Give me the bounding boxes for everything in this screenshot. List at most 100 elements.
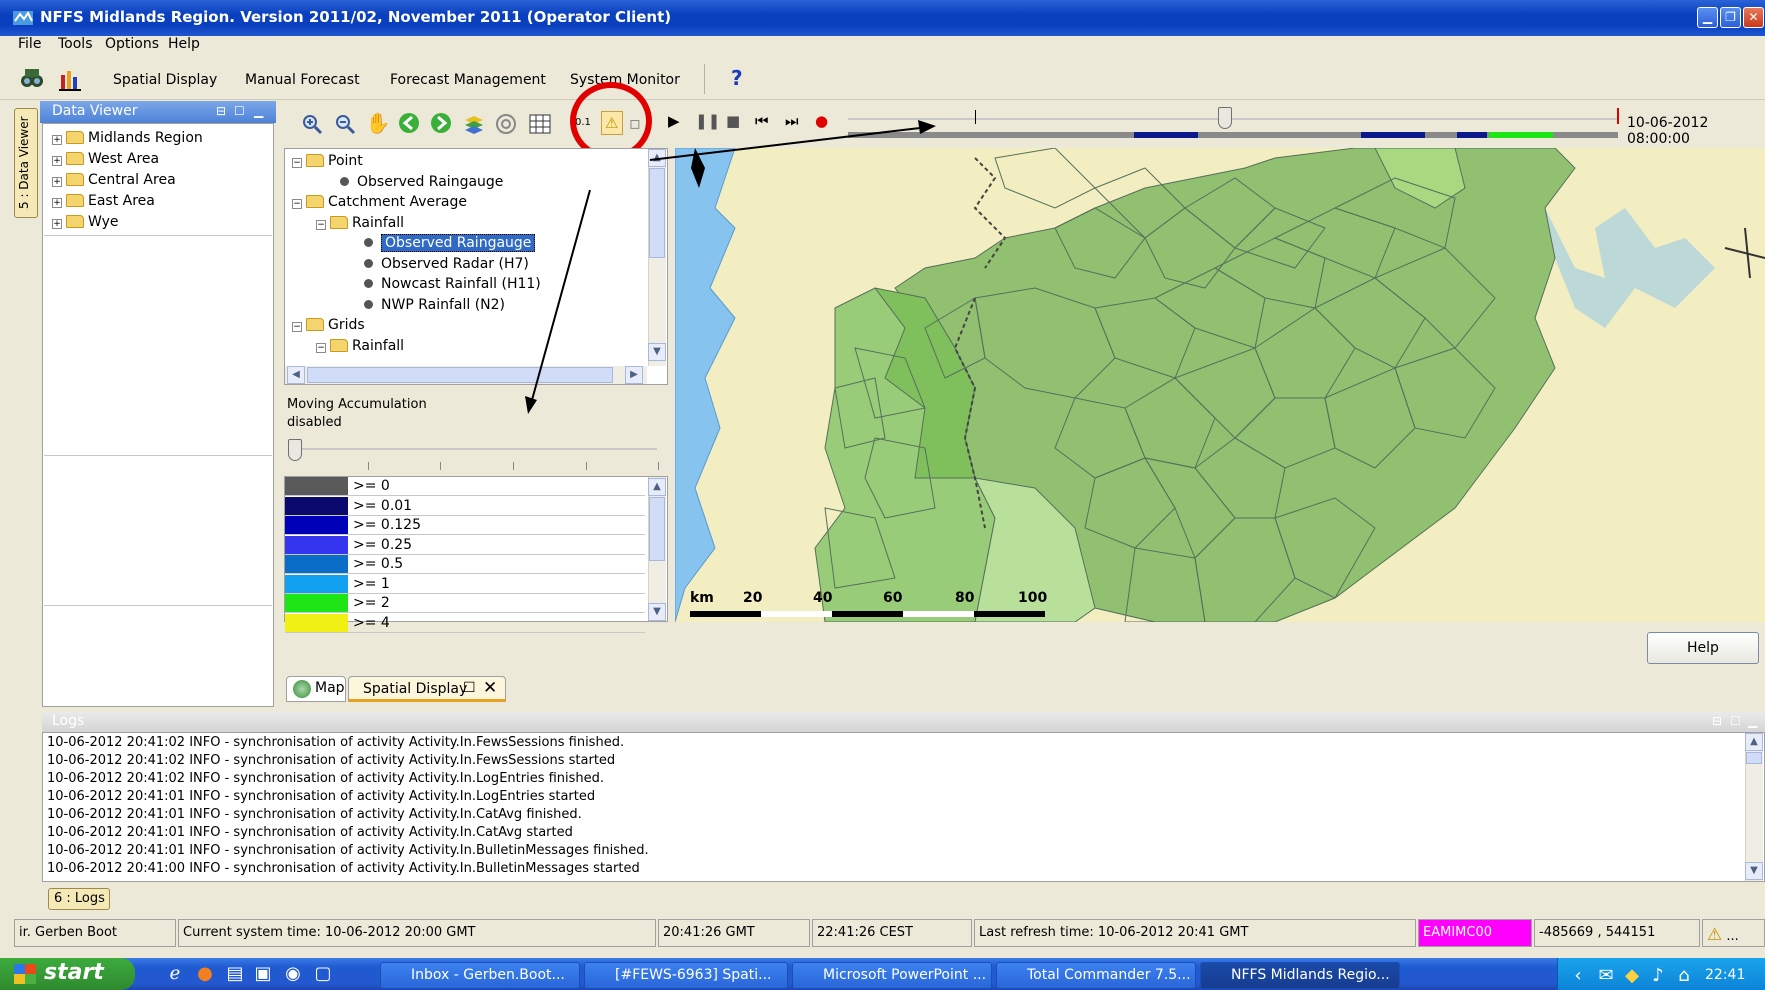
tree-item-central-area[interactable]: + Central Area xyxy=(52,172,176,188)
task-powerpoint[interactable]: Microsoft PowerPoint ... xyxy=(792,962,992,989)
tab-close-icon[interactable]: ✕ xyxy=(483,678,497,698)
task-inbox[interactable]: Inbox - Gerben.Boot... xyxy=(380,962,580,989)
task-fews-issue[interactable]: [#FEWS-6963] Spati... xyxy=(584,962,788,989)
tray-shield-icon[interactable]: ◆ xyxy=(1622,965,1642,986)
tree-node-point[interactable]: − Point xyxy=(292,153,363,169)
stop-icon[interactable]: ■ xyxy=(726,112,740,130)
tree-leaf-observed-radar[interactable]: Observed Radar (H7) xyxy=(364,256,529,272)
menu-options[interactable]: Options xyxy=(105,36,159,52)
tree-leaf-observed-raingauge-point[interactable]: Observed Raingauge xyxy=(340,174,503,190)
legend-vscroll-thumb[interactable] xyxy=(649,497,665,561)
floppy-icon[interactable]: ▢ xyxy=(313,963,333,984)
menu-tools[interactable]: Tools xyxy=(58,36,93,52)
zoom-out-icon[interactable] xyxy=(333,112,357,136)
tray-volume-icon[interactable]: ♪ xyxy=(1648,965,1668,986)
pause-icon[interactable]: ❚❚ xyxy=(695,112,720,130)
status-server[interactable]: EAMIMC00 xyxy=(1418,919,1532,947)
status-warning[interactable]: ⚠ ... xyxy=(1702,919,1765,947)
back-icon[interactable] xyxy=(398,112,420,134)
data-viewer-maximize-icon[interactable]: ☐ xyxy=(234,104,245,118)
task-total-commander[interactable]: Total Commander 7.5... xyxy=(996,962,1196,989)
data-viewer-minimize-icon[interactable]: ▁ xyxy=(254,104,263,118)
logs-maximize-icon[interactable]: ☐ xyxy=(1730,714,1741,728)
tree-node-grids[interactable]: − Grids xyxy=(292,317,365,333)
tree-item-west-area[interactable]: + West Area xyxy=(52,151,159,167)
timeline-track[interactable] xyxy=(848,118,1618,120)
tree-leaf-nowcast-rainfall[interactable]: Nowcast Rainfall (H11) xyxy=(364,276,541,292)
pan-hand-icon[interactable]: ✋ xyxy=(366,111,391,135)
scroll-right-icon[interactable]: ▶ xyxy=(625,366,643,384)
tray-network-icon[interactable]: ⌂ xyxy=(1674,965,1694,986)
collapse-icon[interactable]: − xyxy=(292,158,302,168)
tray-expand-icon[interactable]: ‹ xyxy=(1568,965,1588,986)
data-viewer-side-tab[interactable]: 5 : Data Viewer xyxy=(14,108,38,218)
logs-minimize-icon[interactable]: ▁ xyxy=(1748,714,1757,728)
binoculars-icon[interactable] xyxy=(18,64,46,92)
network-icon[interactable]: ◉ xyxy=(283,963,303,984)
tree-vscroll-thumb[interactable] xyxy=(649,168,665,258)
window-titlebar[interactable]: NFFS Midlands Region. Version 2011/02, N… xyxy=(0,0,1765,36)
collapse-icon[interactable]: − xyxy=(316,343,326,353)
scroll-up-icon[interactable]: ▲ xyxy=(648,149,666,167)
tree-hscroll-thumb[interactable] xyxy=(307,367,613,383)
logs-scroll-up-icon[interactable]: ▲ xyxy=(1745,733,1763,751)
desktop-icon[interactable]: ▣ xyxy=(253,963,273,984)
logs-scroll-down-icon[interactable]: ▼ xyxy=(1745,862,1763,880)
scroll-down-icon[interactable]: ▼ xyxy=(648,343,666,361)
chart-icon[interactable] xyxy=(58,66,84,92)
tab-map[interactable]: Map xyxy=(286,676,346,702)
legend-scroll-up-icon[interactable]: ▲ xyxy=(648,478,666,496)
tree-item-east-area[interactable]: + East Area xyxy=(52,193,155,209)
logs-restore-icon[interactable]: ⊟ xyxy=(1712,714,1722,728)
maximize-button[interactable]: ❐ xyxy=(1720,7,1741,28)
logs-side-tab[interactable]: 6 : Logs xyxy=(48,888,110,910)
grid-icon[interactable] xyxy=(528,112,552,136)
data-viewer-restore-icon[interactable]: ⊟ xyxy=(216,104,226,118)
tree-item-midlands-region[interactable]: + Midlands Region xyxy=(52,130,203,146)
expand-icon[interactable]: + xyxy=(52,135,62,145)
expand-icon[interactable]: + xyxy=(52,219,62,229)
toolbar-forecast-management[interactable]: Forecast Management xyxy=(390,72,546,88)
tab-restore-icon[interactable]: ☐ xyxy=(463,680,476,696)
scroll-left-icon[interactable]: ◀ xyxy=(287,366,305,384)
map-canvas[interactable]: km 20 40 60 80 100 xyxy=(675,148,1765,622)
logs-vscroll-thumb[interactable] xyxy=(1746,752,1762,764)
notepad-icon[interactable]: ▤ xyxy=(225,963,245,984)
expand-icon[interactable]: + xyxy=(52,198,62,208)
tree-node-grids-rainfall[interactable]: − Rainfall xyxy=(316,338,404,354)
tree-item-wye[interactable]: + Wye xyxy=(52,214,119,230)
expand-icon[interactable]: + xyxy=(52,177,62,187)
legend-scroll-down-icon[interactable]: ▼ xyxy=(648,603,666,621)
start-button[interactable]: start xyxy=(0,958,135,990)
tree-node-catchment-average[interactable]: − Catchment Average xyxy=(292,194,467,210)
record-icon[interactable]: ● xyxy=(815,112,828,130)
tree-leaf-observed-raingauge-selected[interactable]: Observed Raingauge xyxy=(364,234,536,252)
tree-leaf-nwp-rainfall[interactable]: NWP Rainfall (N2) xyxy=(364,297,505,313)
tree-node-rainfall[interactable]: − Rainfall xyxy=(316,215,404,231)
minimize-button[interactable]: ▁ xyxy=(1697,7,1718,28)
collapse-icon[interactable]: − xyxy=(316,220,326,230)
layers-icon[interactable] xyxy=(462,112,486,136)
play-icon[interactable]: ▶ xyxy=(668,112,680,130)
help-button[interactable]: Help xyxy=(1647,632,1759,664)
collapse-icon[interactable]: − xyxy=(292,199,302,209)
expand-icon[interactable]: + xyxy=(52,156,62,166)
timeline-slider[interactable] xyxy=(1218,107,1232,129)
step-forward-icon[interactable]: ⏭ xyxy=(785,112,799,130)
firefox-icon[interactable]: ● xyxy=(195,963,215,984)
task-nffs-active[interactable]: NFFS Midlands Regio... xyxy=(1200,962,1400,989)
menu-help[interactable]: Help xyxy=(168,36,200,52)
step-back-icon[interactable]: ⏮ xyxy=(755,112,769,130)
tab-spatial-display[interactable]: Spatial Display ☐ ✕ xyxy=(348,676,506,702)
toolbar-spatial-display[interactable]: Spatial Display xyxy=(113,72,217,88)
forward-icon[interactable] xyxy=(430,112,452,134)
target-icon[interactable] xyxy=(494,112,518,136)
accumulation-slider-track[interactable] xyxy=(292,448,657,450)
close-button[interactable]: ✕ xyxy=(1743,7,1764,28)
tray-mail-icon[interactable]: ✉ xyxy=(1596,965,1616,986)
ie-icon[interactable]: ℯ xyxy=(165,963,185,984)
help-icon[interactable]: ? xyxy=(731,66,743,90)
collapse-icon[interactable]: − xyxy=(292,322,302,332)
menu-file[interactable]: File xyxy=(18,36,41,52)
accumulation-slider[interactable] xyxy=(288,439,302,461)
